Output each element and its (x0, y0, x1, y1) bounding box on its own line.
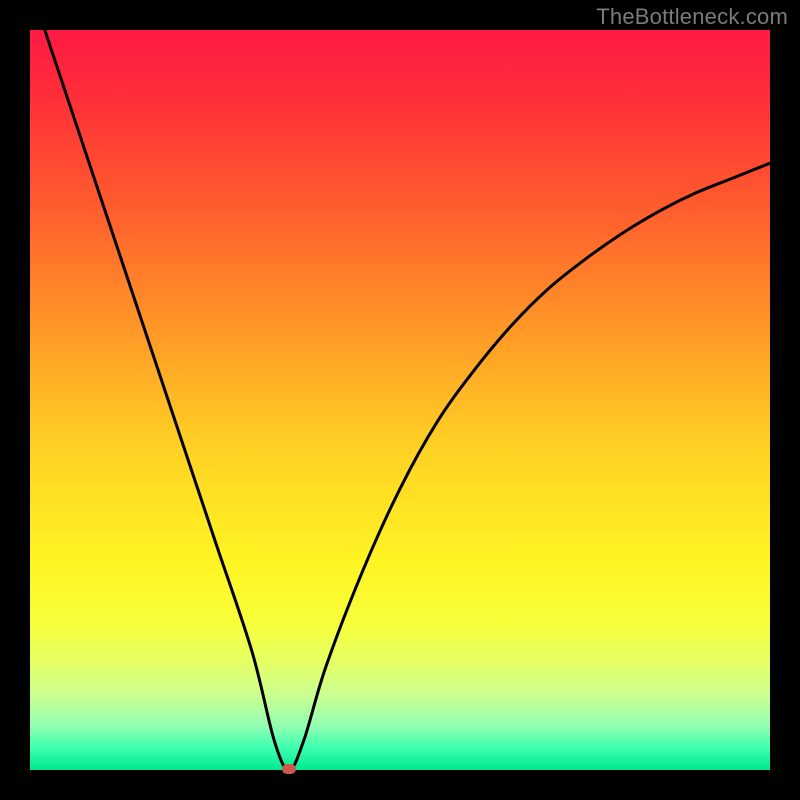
minimum-marker (282, 764, 296, 774)
plot-area (30, 30, 770, 770)
watermark-text: TheBottleneck.com (596, 4, 788, 30)
curve-svg (30, 30, 770, 770)
chart-frame: TheBottleneck.com (0, 0, 800, 800)
bottleneck-curve (30, 30, 770, 770)
